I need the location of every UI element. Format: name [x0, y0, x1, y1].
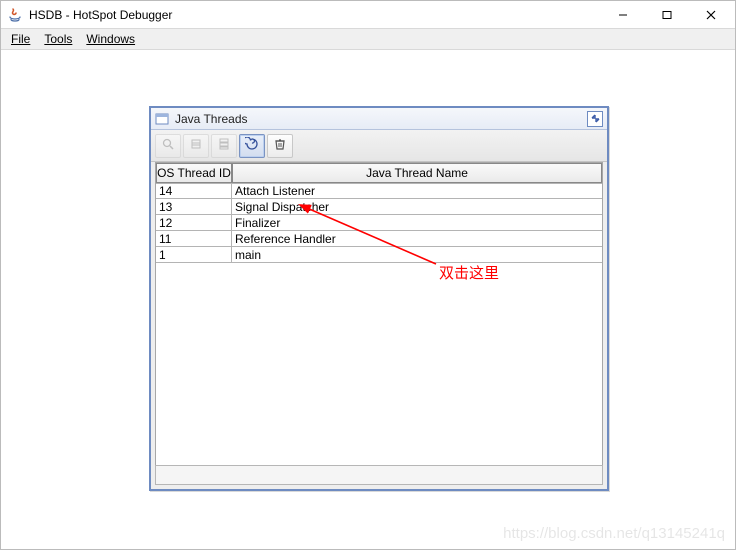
client-area: Java Threads: [1, 50, 735, 548]
internal-window-title: Java Threads: [175, 112, 248, 126]
menu-tools[interactable]: Tools: [38, 31, 78, 47]
stack-memory-button[interactable]: [211, 134, 237, 158]
find-crashes-button[interactable]: [267, 134, 293, 158]
cell-os-thread-id: 13: [156, 199, 232, 214]
cell-java-thread-name: Reference Handler: [232, 231, 602, 246]
cell-java-thread-name: Signal Dispatcher: [232, 199, 602, 214]
cell-os-thread-id: 14: [156, 184, 232, 198]
java-icon: [7, 7, 23, 23]
window-titlebar: HSDB - HotSpot Debugger: [1, 1, 735, 29]
cell-os-thread-id: 12: [156, 215, 232, 230]
menu-file[interactable]: File: [5, 31, 36, 47]
table-row[interactable]: 13 Signal Dispatcher: [156, 199, 602, 215]
cell-os-thread-id: 1: [156, 247, 232, 262]
table-row[interactable]: 11 Reference Handler: [156, 231, 602, 247]
minimize-button[interactable]: [601, 2, 645, 28]
window-icon: [155, 112, 169, 126]
close-button[interactable]: [689, 2, 733, 28]
java-threads-window: Java Threads: [149, 106, 609, 491]
cell-java-thread-name: main: [232, 247, 602, 262]
menu-windows[interactable]: Windows: [80, 31, 141, 47]
internal-window-titlebar[interactable]: Java Threads: [151, 108, 607, 130]
search-icon: [161, 137, 175, 154]
table-row[interactable]: 1 main: [156, 247, 602, 263]
maximize-button[interactable]: [645, 2, 689, 28]
internal-maximize-button[interactable]: [587, 111, 603, 127]
memory-icon: [189, 137, 203, 154]
inspect-button[interactable]: [155, 134, 181, 158]
table-body: 14 Attach Listener 13 Signal Dispatcher …: [156, 183, 602, 263]
window-title: HSDB - HotSpot Debugger: [29, 8, 172, 22]
table-row[interactable]: 14 Attach Listener: [156, 183, 602, 199]
column-header-java-thread-name[interactable]: Java Thread Name: [232, 163, 602, 183]
menubar: File Tools Windows: [1, 29, 735, 50]
show-java-frames-button[interactable]: [239, 134, 265, 158]
table-row[interactable]: 12 Finalizer: [156, 215, 602, 231]
table-header: OS Thread ID Java Thread Name: [156, 163, 602, 183]
memory-button[interactable]: [183, 134, 209, 158]
stack-icon: [217, 137, 231, 154]
internal-statusbar: [155, 465, 603, 485]
cell-java-thread-name: Attach Listener: [232, 184, 602, 198]
threads-table-area: OS Thread ID Java Thread Name 14 Attach …: [155, 162, 603, 484]
column-header-os-thread-id[interactable]: OS Thread ID: [156, 163, 232, 183]
toolbar: [151, 130, 607, 162]
cell-java-thread-name: Finalizer: [232, 215, 602, 230]
spiral-icon: [245, 137, 259, 154]
watermark: https://blog.csdn.net/q13145241q: [503, 525, 725, 542]
cell-os-thread-id: 11: [156, 231, 232, 246]
trash-icon: [273, 137, 287, 154]
